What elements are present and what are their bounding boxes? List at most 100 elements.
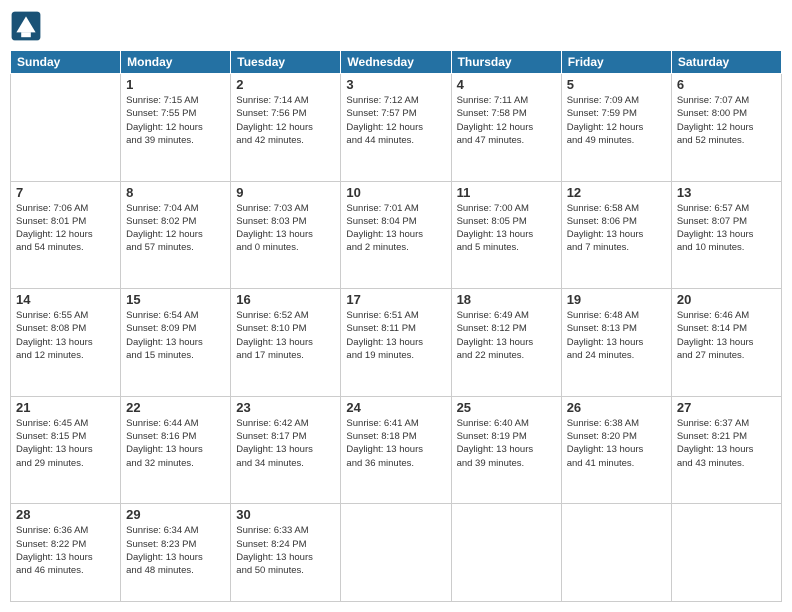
day-number: 18 [457, 292, 556, 307]
calendar-cell: 21 Sunrise: 6:45 AM Sunset: 8:15 PM Dayli… [11, 396, 121, 504]
day-number: 7 [16, 185, 115, 200]
day-number: 28 [16, 507, 115, 522]
day-number: 9 [236, 185, 335, 200]
day-info: Sunrise: 6:46 AM Sunset: 8:14 PM Dayligh… [677, 309, 776, 362]
day-info: Sunrise: 6:54 AM Sunset: 8:09 PM Dayligh… [126, 309, 225, 362]
calendar-cell: 28 Sunrise: 6:36 AM Sunset: 8:22 PM Dayli… [11, 504, 121, 602]
day-info: Sunrise: 6:49 AM Sunset: 8:12 PM Dayligh… [457, 309, 556, 362]
calendar-cell: 24 Sunrise: 6:41 AM Sunset: 8:18 PM Dayli… [341, 396, 451, 504]
calendar-cell: 25 Sunrise: 6:40 AM Sunset: 8:19 PM Dayli… [451, 396, 561, 504]
day-number: 8 [126, 185, 225, 200]
day-info: Sunrise: 7:06 AM Sunset: 8:01 PM Dayligh… [16, 202, 115, 255]
day-number: 30 [236, 507, 335, 522]
calendar-cell: 22 Sunrise: 6:44 AM Sunset: 8:16 PM Dayli… [121, 396, 231, 504]
day-number: 29 [126, 507, 225, 522]
day-number: 25 [457, 400, 556, 415]
calendar-cell: 20 Sunrise: 6:46 AM Sunset: 8:14 PM Dayli… [671, 289, 781, 397]
calendar-cell: 17 Sunrise: 6:51 AM Sunset: 8:11 PM Dayli… [341, 289, 451, 397]
day-number: 4 [457, 77, 556, 92]
weekday-header-row: SundayMondayTuesdayWednesdayThursdayFrid… [11, 51, 782, 74]
calendar-cell: 11 Sunrise: 7:00 AM Sunset: 8:05 PM Dayli… [451, 181, 561, 289]
day-info: Sunrise: 6:33 AM Sunset: 8:24 PM Dayligh… [236, 524, 335, 577]
day-number: 27 [677, 400, 776, 415]
weekday-header-tuesday: Tuesday [231, 51, 341, 74]
weekday-header-wednesday: Wednesday [341, 51, 451, 74]
calendar-cell: 29 Sunrise: 6:34 AM Sunset: 8:23 PM Dayli… [121, 504, 231, 602]
calendar-cell: 14Sunrise: 6:55 AM Sunset: 8:08 PM Dayli… [11, 289, 121, 397]
day-info: Sunrise: 7:11 AM Sunset: 7:58 PM Dayligh… [457, 94, 556, 147]
weekday-header-friday: Friday [561, 51, 671, 74]
day-info: Sunrise: 7:14 AM Sunset: 7:56 PM Dayligh… [236, 94, 335, 147]
day-info: Sunrise: 6:45 AM Sunset: 8:15 PM Dayligh… [16, 417, 115, 470]
calendar-cell: 30 Sunrise: 6:33 AM Sunset: 8:24 PM Dayli… [231, 504, 341, 602]
day-number: 15 [126, 292, 225, 307]
day-number: 11 [457, 185, 556, 200]
day-info: Sunrise: 6:44 AM Sunset: 8:16 PM Dayligh… [126, 417, 225, 470]
day-info: Sunrise: 6:42 AM Sunset: 8:17 PM Dayligh… [236, 417, 335, 470]
calendar-cell: 9 Sunrise: 7:03 AM Sunset: 8:03 PM Daylig… [231, 181, 341, 289]
day-info: Sunrise: 7:15 AM Sunset: 7:55 PM Dayligh… [126, 94, 225, 147]
day-info: Sunrise: 6:34 AM Sunset: 8:23 PM Dayligh… [126, 524, 225, 577]
calendar-cell: 19 Sunrise: 6:48 AM Sunset: 8:13 PM Dayli… [561, 289, 671, 397]
calendar-cell [341, 504, 451, 602]
header [10, 10, 782, 42]
day-info: Sunrise: 6:48 AM Sunset: 8:13 PM Dayligh… [567, 309, 666, 362]
weekday-header-monday: Monday [121, 51, 231, 74]
week-row-4: 28 Sunrise: 6:36 AM Sunset: 8:22 PM Dayli… [11, 504, 782, 602]
day-number: 22 [126, 400, 225, 415]
weekday-header-thursday: Thursday [451, 51, 561, 74]
calendar-cell: 13 Sunrise: 6:57 AM Sunset: 8:07 PM Dayli… [671, 181, 781, 289]
day-info: Sunrise: 7:04 AM Sunset: 8:02 PM Dayligh… [126, 202, 225, 255]
day-number: 16 [236, 292, 335, 307]
day-number: 5 [567, 77, 666, 92]
day-info: Sunrise: 6:40 AM Sunset: 8:19 PM Dayligh… [457, 417, 556, 470]
calendar-cell: 18 Sunrise: 6:49 AM Sunset: 8:12 PM Dayli… [451, 289, 561, 397]
day-info: Sunrise: 7:00 AM Sunset: 8:05 PM Dayligh… [457, 202, 556, 255]
calendar-cell: 6 Sunrise: 7:07 AM Sunset: 8:00 PM Daylig… [671, 74, 781, 182]
week-row-3: 21 Sunrise: 6:45 AM Sunset: 8:15 PM Dayli… [11, 396, 782, 504]
day-number: 19 [567, 292, 666, 307]
week-row-2: 14Sunrise: 6:55 AM Sunset: 8:08 PM Dayli… [11, 289, 782, 397]
day-number: 24 [346, 400, 445, 415]
day-info: Sunrise: 6:55 AM Sunset: 8:08 PM Dayligh… [16, 309, 115, 362]
calendar-cell: 10 Sunrise: 7:01 AM Sunset: 8:04 PM Dayli… [341, 181, 451, 289]
day-info: Sunrise: 6:57 AM Sunset: 8:07 PM Dayligh… [677, 202, 776, 255]
day-info: Sunrise: 6:41 AM Sunset: 8:18 PM Dayligh… [346, 417, 445, 470]
day-number: 10 [346, 185, 445, 200]
day-number: 13 [677, 185, 776, 200]
calendar-cell: 27 Sunrise: 6:37 AM Sunset: 8:21 PM Dayli… [671, 396, 781, 504]
day-number: 3 [346, 77, 445, 92]
weekday-header-sunday: Sunday [11, 51, 121, 74]
day-number: 20 [677, 292, 776, 307]
calendar-cell [451, 504, 561, 602]
calendar-cell: 12Sunrise: 6:58 AM Sunset: 8:06 PM Dayli… [561, 181, 671, 289]
day-info: Sunrise: 7:09 AM Sunset: 7:59 PM Dayligh… [567, 94, 666, 147]
day-info: Sunrise: 6:51 AM Sunset: 8:11 PM Dayligh… [346, 309, 445, 362]
day-number: 2 [236, 77, 335, 92]
day-info: Sunrise: 6:38 AM Sunset: 8:20 PM Dayligh… [567, 417, 666, 470]
calendar-cell: 8 Sunrise: 7:04 AM Sunset: 8:02 PM Daylig… [121, 181, 231, 289]
calendar-cell: 1 Sunrise: 7:15 AM Sunset: 7:55 PM Daylig… [121, 74, 231, 182]
day-info: Sunrise: 6:37 AM Sunset: 8:21 PM Dayligh… [677, 417, 776, 470]
calendar-cell: 5 Sunrise: 7:09 AM Sunset: 7:59 PM Daylig… [561, 74, 671, 182]
calendar-cell: 3 Sunrise: 7:12 AM Sunset: 7:57 PM Daylig… [341, 74, 451, 182]
day-number: 6 [677, 77, 776, 92]
calendar-cell: 7 Sunrise: 7:06 AM Sunset: 8:01 PM Daylig… [11, 181, 121, 289]
day-number: 23 [236, 400, 335, 415]
week-row-0: 1 Sunrise: 7:15 AM Sunset: 7:55 PM Daylig… [11, 74, 782, 182]
calendar-cell [11, 74, 121, 182]
calendar-table: SundayMondayTuesdayWednesdayThursdayFrid… [10, 50, 782, 602]
day-info: Sunrise: 6:36 AM Sunset: 8:22 PM Dayligh… [16, 524, 115, 577]
day-info: Sunrise: 7:01 AM Sunset: 8:04 PM Dayligh… [346, 202, 445, 255]
calendar-cell: 2 Sunrise: 7:14 AM Sunset: 7:56 PM Daylig… [231, 74, 341, 182]
day-info: Sunrise: 7:07 AM Sunset: 8:00 PM Dayligh… [677, 94, 776, 147]
logo [10, 10, 46, 42]
day-number: 21 [16, 400, 115, 415]
day-number: 1 [126, 77, 225, 92]
day-info: Sunrise: 7:03 AM Sunset: 8:03 PM Dayligh… [236, 202, 335, 255]
day-number: 17 [346, 292, 445, 307]
day-info: Sunrise: 7:12 AM Sunset: 7:57 PM Dayligh… [346, 94, 445, 147]
calendar-cell: 26Sunrise: 6:38 AM Sunset: 8:20 PM Dayli… [561, 396, 671, 504]
calendar-cell: 16Sunrise: 6:52 AM Sunset: 8:10 PM Dayli… [231, 289, 341, 397]
calendar-cell [561, 504, 671, 602]
